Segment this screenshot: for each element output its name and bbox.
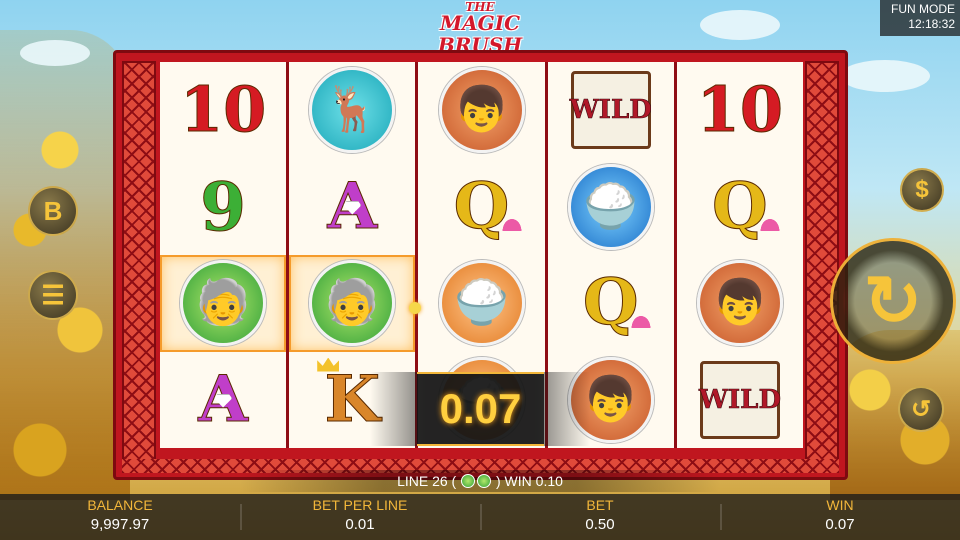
lotus-icon <box>759 217 782 231</box>
lotus-icon <box>629 313 652 328</box>
reel-cell: A <box>160 352 286 449</box>
reel-cell: 🧓 <box>160 255 287 352</box>
reel-cell: 10 <box>160 62 286 159</box>
bet-value: 0.50 <box>585 516 615 533</box>
reel-cell: 👦 <box>677 255 803 352</box>
crown-icon <box>317 357 340 372</box>
reel-cell: 10 <box>677 62 803 159</box>
autoplay-button[interactable]: ↺ <box>898 386 944 432</box>
boy-icon: 👦 <box>712 278 768 328</box>
stats-divider <box>240 504 242 530</box>
deer-icon: 🦌 <box>324 85 380 135</box>
symbol-boy: 👦 <box>696 260 783 347</box>
mode-indicator: FUN MODE 12:18:32 <box>880 0 960 36</box>
payline-info-suffix: ) WIN 0.10 <box>496 473 563 489</box>
reel-cell: 🦌 <box>289 62 415 159</box>
boy-icon: 👦 <box>583 374 639 424</box>
spin-button[interactable]: ↻ <box>830 238 956 364</box>
bonus-button[interactable]: B <box>28 186 78 236</box>
sage-icon: 🧓 <box>324 278 380 328</box>
background-cloud <box>20 40 90 66</box>
balance-stat: BALANCE 9,997.97 <box>45 496 195 536</box>
sage-mini-icon <box>461 474 476 488</box>
menu-button[interactable]: ☰ <box>28 270 78 320</box>
symbol-wild: WILD <box>690 357 790 443</box>
autoplay-icon: ↺ <box>910 395 932 423</box>
reel-cell: A <box>289 159 415 256</box>
lotus-icon <box>500 217 523 231</box>
mode-label: FUN MODE <box>891 2 955 16</box>
win-amount-display: 0.07 <box>417 372 544 446</box>
frame-lattice-left <box>122 61 156 461</box>
win-label: WIN <box>826 497 854 513</box>
reel-cell: 9 <box>160 159 286 256</box>
sage-mini-icon <box>477 474 492 488</box>
reel-cell: 🍚 <box>418 255 544 352</box>
symbol-sage: 🧓 <box>309 260 396 347</box>
background-cloud <box>700 10 780 40</box>
sage-icon: 🧓 <box>195 278 251 328</box>
balance-value: 9,997.97 <box>90 516 150 533</box>
reel-5: 10 Q 👦 WILD <box>676 62 804 449</box>
spin-icon: ↻ <box>863 262 923 340</box>
rice-icon: 🍚 <box>454 278 509 328</box>
win-value: 0.07 <box>825 516 855 533</box>
background-gold-pile-left <box>0 30 130 500</box>
reel-cell: Q <box>677 159 803 256</box>
symbol-boy: 👦 <box>438 67 525 154</box>
stats-divider <box>720 504 722 530</box>
reel-cell: 🧓 <box>289 255 416 352</box>
reel-1: 10 9 🧓 A <box>160 62 287 449</box>
payline-info-prefix: LINE 26 ( <box>397 473 457 489</box>
boy-icon: 👦 <box>454 85 509 135</box>
bet-per-line-value: 0.01 <box>345 516 375 533</box>
bet-per-line-stat[interactable]: BET PER LINE 0.01 <box>285 496 435 536</box>
coin-icon: $ <box>915 176 929 203</box>
symbol-rice: 🍚 <box>438 260 525 347</box>
reel-cell: 🍚 <box>548 159 674 256</box>
symbol-nine: 9 <box>200 167 247 246</box>
symbol-ten: 10 <box>696 73 784 147</box>
clock: 12:18:32 <box>908 17 955 31</box>
wild-label: WILD <box>569 95 652 126</box>
bet-per-line-label: BET PER LINE <box>312 497 408 513</box>
reel-cell: WILD <box>677 352 803 449</box>
wild-label: WILD <box>698 384 782 415</box>
reel-cell: Q <box>418 159 544 256</box>
reel-cell: WILD <box>548 62 674 159</box>
stats-divider <box>480 504 482 530</box>
symbol-ten: 10 <box>179 73 267 147</box>
bet-stat[interactable]: BET 0.50 <box>525 496 675 536</box>
reel-cell: Q <box>548 255 674 352</box>
symbol-sage: 🧓 <box>180 260 267 347</box>
payline-info: LINE 26 ( ) WIN 0.10 <box>0 470 960 492</box>
coin-bet-button[interactable]: $ <box>900 168 944 212</box>
reel-cell: 👦 <box>418 62 544 159</box>
frame-lattice-right <box>805 61 839 461</box>
stats-bar: BALANCE 9,997.97 BET PER LINE 0.01 BET 0… <box>0 494 960 540</box>
symbol-deer: 🦌 <box>309 67 396 154</box>
wild-scroll-icon: WILD <box>569 71 652 150</box>
game-title-logo: THE MAGIC BRUSH <box>400 1 560 56</box>
menu-icon: ☰ <box>41 279 65 310</box>
symbol-wild: WILD <box>561 67 661 153</box>
payline-marker <box>409 302 421 314</box>
balance-label: BALANCE <box>87 497 153 513</box>
bet-label: BET <box>586 497 614 513</box>
background-cloud <box>840 60 930 92</box>
rice-icon: 🍚 <box>583 181 639 231</box>
win-stat: WIN 0.07 <box>765 496 915 536</box>
wild-scroll-icon: WILD <box>698 360 782 439</box>
symbol-rice: 🍚 <box>567 163 654 250</box>
